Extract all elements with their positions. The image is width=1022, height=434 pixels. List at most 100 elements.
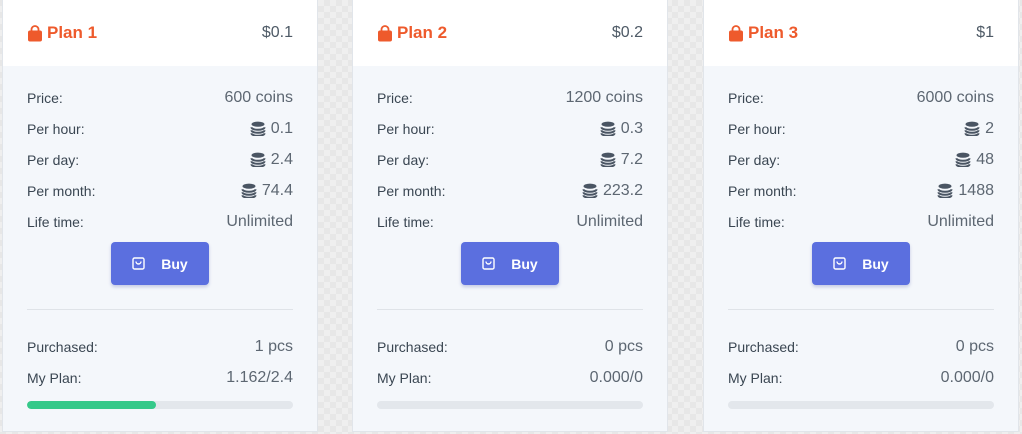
per-day-label: Per day:: [377, 151, 430, 168]
buy-button[interactable]: Buy: [111, 242, 209, 285]
my-plan-progress-bar: [27, 401, 293, 409]
purchased-label: Purchased:: [377, 338, 448, 355]
coins-stack-icon: [250, 121, 267, 136]
per-month-label: Per month:: [377, 182, 446, 199]
coins-stack-icon: [250, 152, 267, 167]
life-time-label: Life time:: [377, 213, 434, 230]
plan-details: Price: 1200 coins Per hour: 0.3 Per day:…: [353, 66, 667, 409]
plan-title: Plan 3: [728, 23, 798, 43]
per-day-value: 48: [976, 150, 994, 168]
plan-details: Price: 600 coins Per hour: 0.1 Per day: …: [3, 66, 317, 409]
per-day-value: 2.4: [270, 150, 293, 168]
coins-stack-icon: [582, 183, 599, 198]
my-plan-label: My Plan:: [377, 369, 432, 386]
per-hour-value-wrap: 0.3: [600, 120, 643, 138]
purchased-label: Purchased:: [728, 338, 799, 355]
per-hour-value: 0.1: [270, 119, 293, 137]
per-hour-value: 0.3: [620, 119, 643, 137]
buy-wrap: Buy: [728, 242, 994, 285]
life-time-value: Unlimited: [576, 212, 643, 230]
purchased-value: 1 pcs: [254, 337, 293, 355]
plan-price: $1: [976, 24, 994, 41]
buy-button-label: Buy: [161, 255, 188, 272]
price-value: 1200 coins: [565, 88, 643, 106]
plan-price: $0.2: [611, 24, 643, 41]
life-time-row: Life time: Unlimited: [728, 206, 994, 237]
per-hour-label: Per hour:: [377, 120, 435, 137]
my-plan-row: My Plan: 1.162/2.4: [27, 362, 293, 393]
per-hour-row: Per hour: 0.3: [377, 113, 643, 144]
per-hour-value: 2: [985, 119, 994, 137]
plan-details: Price: 6000 coins Per hour: 2 Per day: 4…: [704, 66, 1018, 409]
plan-card-2: Plan 2 $0.2 Price: 1200 coins Per hour: …: [352, 0, 668, 432]
per-month-value-wrap: 74.4: [241, 182, 293, 200]
coins-stack-icon: [600, 152, 617, 167]
per-month-value-wrap: 1488: [937, 182, 994, 200]
my-plan-value: 1.162/2.4: [226, 368, 293, 386]
price-value: 6000 coins: [916, 88, 994, 106]
plan-title: Plan 2: [377, 23, 447, 43]
per-day-row: Per day: 7.2: [377, 144, 643, 175]
buy-wrap: Buy: [377, 242, 643, 285]
shopping-bag-outline-icon: [132, 257, 145, 270]
my-plan-value: 0.000/0: [589, 368, 643, 386]
purchased-row: Purchased: 0 pcs: [377, 331, 643, 362]
plan-card-header: Plan 1 $0.1: [3, 0, 317, 66]
divider: [377, 309, 643, 310]
per-month-value-wrap: 223.2: [582, 182, 643, 200]
plan-card-header: Plan 2 $0.2: [353, 0, 667, 66]
my-plan-label: My Plan:: [728, 369, 783, 386]
life-time-row: Life time: Unlimited: [27, 206, 293, 237]
my-plan-label: My Plan:: [27, 369, 82, 386]
shopping-bag-icon: [27, 24, 43, 42]
per-month-label: Per month:: [27, 182, 96, 199]
coins-stack-icon: [600, 121, 617, 136]
per-day-label: Per day:: [728, 151, 781, 168]
plan-price: $0.1: [261, 24, 293, 41]
life-time-label: Life time:: [728, 213, 785, 230]
coins-stack-icon: [937, 183, 954, 198]
per-month-value: 223.2: [602, 181, 643, 199]
per-day-row: Per day: 2.4: [27, 144, 293, 175]
plan-title-text: Plan 3: [748, 23, 799, 42]
per-month-row: Per month: 223.2: [377, 175, 643, 206]
coins-stack-icon: [964, 121, 981, 136]
divider: [728, 309, 994, 310]
plan-title-text: Plan 1: [47, 23, 98, 42]
purchased-row: Purchased: 0 pcs: [728, 331, 994, 362]
per-month-row: Per month: 1488: [728, 175, 994, 206]
shopping-bag-outline-icon: [833, 257, 846, 270]
purchased-label: Purchased:: [27, 338, 98, 355]
plan-card-3: Plan 3 $1 Price: 6000 coins Per hour: 2 …: [703, 0, 1019, 432]
per-day-value-wrap: 2.4: [250, 151, 293, 169]
life-time-value: Unlimited: [226, 212, 293, 230]
per-month-row: Per month: 74.4: [27, 175, 293, 206]
purchased-value: 0 pcs: [604, 337, 643, 355]
per-hour-row: Per hour: 0.1: [27, 113, 293, 144]
per-day-row: Per day: 48: [728, 144, 994, 175]
life-time-row: Life time: Unlimited: [377, 206, 643, 237]
per-month-label: Per month:: [728, 182, 797, 199]
buy-button[interactable]: Buy: [812, 242, 910, 285]
my-plan-row: My Plan: 0.000/0: [728, 362, 994, 393]
per-hour-label: Per hour:: [728, 120, 786, 137]
coins-stack-icon: [241, 183, 258, 198]
per-day-value: 7.2: [620, 150, 643, 168]
divider: [27, 309, 293, 310]
my-plan-progress-bar: [377, 401, 643, 409]
life-time-value: Unlimited: [927, 212, 994, 230]
per-hour-value-wrap: 0.1: [250, 120, 293, 138]
plan-card-1: Plan 1 $0.1 Price: 600 coins Per hour: 0…: [2, 0, 318, 432]
purchased-row: Purchased: 1 pcs: [27, 331, 293, 362]
shopping-bag-outline-icon: [482, 257, 495, 270]
price-label: Price:: [27, 89, 63, 106]
coins-stack-icon: [955, 152, 972, 167]
price-value: 600 coins: [224, 88, 294, 106]
price-row: Price: 1200 coins: [377, 82, 643, 113]
plan-title: Plan 1: [27, 23, 97, 43]
buy-button-label: Buy: [862, 255, 889, 272]
my-plan-row: My Plan: 0.000/0: [377, 362, 643, 393]
shopping-bag-icon: [728, 24, 744, 42]
price-row: Price: 600 coins: [27, 82, 293, 113]
buy-button[interactable]: Buy: [461, 242, 559, 285]
